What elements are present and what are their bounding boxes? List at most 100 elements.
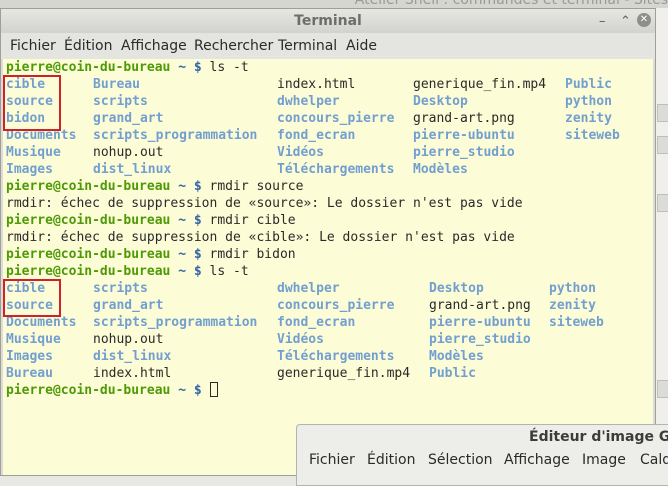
directory-entry: pierre-ubuntu (413, 128, 515, 143)
file-entry: grand-art.png (429, 298, 531, 313)
command-text: ls -t (209, 60, 249, 75)
directory-entry: concours_pierre (277, 298, 395, 313)
directory-entry: dist_linux (93, 162, 172, 177)
prompt-user-host: pierre@coin-du-bureau (6, 213, 171, 228)
directory-entry: Modèles (429, 349, 484, 364)
directory-entry: Vidéos (277, 332, 324, 347)
background-widget (657, 380, 668, 398)
directory-entry: dwhelper (277, 94, 340, 109)
file-entry: index.html (277, 77, 356, 92)
directory-entry: Public (429, 366, 476, 381)
menu-terminal[interactable]: Terminal (278, 38, 337, 54)
command-text: ls -t (209, 264, 249, 279)
gimp-menu-selection[interactable]: Sélection (428, 452, 493, 468)
gimp-menu-affichage[interactable]: Affichage (504, 452, 570, 468)
directory-entry: Vidéos (277, 145, 324, 160)
directory-entry: Musique (6, 332, 61, 347)
menu-affichage[interactable]: Affichage (121, 38, 187, 54)
directory-entry: fond_ecran (277, 128, 356, 143)
prompt-user-host: pierre@coin-du-bureau (6, 179, 171, 194)
window-title: Terminal (294, 13, 362, 29)
directory-entry: Images (6, 162, 53, 177)
prompt-line: pierre@coin-du-bureau ~ $ rmdir cible (6, 212, 296, 229)
highlight-box (3, 279, 61, 317)
menu-aide[interactable]: Aide (346, 38, 377, 54)
menu-edition[interactable]: Édition (64, 38, 112, 54)
prompt-symbol: ~ $ (170, 213, 210, 228)
background-window: Atelier Shell : commandes et terminal - … (0, 0, 668, 8)
directory-entry: pierre-ubuntu (429, 315, 531, 330)
background-widget (657, 136, 668, 154)
prompt-line: pierre@coin-du-bureau ~ $ (6, 382, 218, 399)
directory-entry: Bureau (6, 366, 53, 381)
directory-entry: pierre_studio (429, 332, 531, 347)
menu-rechercher[interactable]: Rechercher (194, 38, 273, 54)
text-cursor (209, 382, 218, 397)
prompt-user-host: pierre@coin-du-bureau (6, 60, 171, 75)
maximize-icon[interactable]: ⌃ (620, 14, 631, 29)
prompt-symbol: ~ $ (170, 383, 210, 398)
prompt-line: pierre@coin-du-bureau ~ $ ls -t (6, 59, 249, 76)
directory-entry: grand_art (93, 298, 164, 313)
error-line: rmdir: échec de suppression de «source»:… (6, 196, 523, 211)
directory-entry: grand_art (93, 111, 164, 126)
directory-entry: Modèles (413, 162, 468, 177)
background-widget (657, 104, 668, 122)
prompt-symbol: ~ $ (170, 179, 210, 194)
directory-entry: Musique (6, 145, 61, 160)
minimize-icon[interactable]: – (599, 14, 606, 29)
directory-entry: python (565, 94, 612, 109)
gimp-menu-fichier[interactable]: Fichier (309, 452, 355, 468)
prompt-symbol: ~ $ (170, 264, 210, 279)
directory-entry: Bureau (93, 77, 140, 92)
terminal-window: Terminal – ⌃ ✕ Fichier Édition Affichage… (0, 8, 656, 476)
directory-entry: scripts (93, 281, 148, 296)
directory-entry: siteweb (549, 315, 604, 330)
gimp-window: Éditeur d'image GIMP Fichier Édition Sél… (296, 424, 668, 486)
directory-entry: zenity (565, 111, 612, 126)
prompt-symbol: ~ $ (170, 60, 210, 75)
directory-entry: dwhelper (277, 281, 340, 296)
file-entry: grand-art.png (413, 111, 515, 126)
file-entry: generique_fin.mp4 (277, 366, 411, 381)
directory-entry: zenity (549, 298, 596, 313)
prompt-line: pierre@coin-du-bureau ~ $ rmdir bidon (6, 246, 296, 263)
gimp-menu-edition[interactable]: Édition (367, 452, 415, 468)
file-entry: generique_fin.mp4 (413, 77, 547, 92)
command-text: rmdir bidon (209, 247, 296, 262)
prompt-user-host: pierre@coin-du-bureau (6, 247, 171, 262)
command-text: rmdir source (209, 179, 304, 194)
command-text: rmdir cible (209, 213, 296, 228)
close-icon[interactable]: ✕ (637, 13, 651, 27)
terminal-titlebar[interactable]: Terminal – ⌃ ✕ (1, 9, 655, 33)
background-widget (657, 194, 668, 212)
directory-entry: Téléchargements (277, 162, 395, 177)
file-entry: nohup.out (93, 332, 164, 347)
directory-entry: Desktop (429, 281, 484, 296)
file-entry: index.html (93, 366, 172, 381)
prompt-line: pierre@coin-du-bureau ~ $ rmdir source (6, 178, 303, 195)
error-line: rmdir: échec de suppression de «cible»: … (6, 230, 515, 245)
directory-entry: Public (565, 77, 612, 92)
directory-entry: siteweb (565, 128, 620, 143)
directory-entry: scripts_programmation (93, 315, 258, 330)
directory-entry: fond_ecran (277, 315, 356, 330)
directory-entry: dist_linux (93, 349, 172, 364)
directory-entry: scripts (93, 94, 148, 109)
directory-entry: Desktop (413, 94, 468, 109)
directory-entry: Images (6, 349, 53, 364)
directory-entry: python (549, 281, 596, 296)
background-window-edge (654, 8, 668, 476)
gimp-title: Éditeur d'image GIMP (529, 429, 668, 445)
menu-fichier[interactable]: Fichier (10, 38, 56, 54)
background-window-title: Atelier Shell : commandes et terminal - … (354, 0, 668, 8)
prompt-user-host: pierre@coin-du-bureau (6, 264, 171, 279)
directory-entry: scripts_programmation (93, 128, 258, 143)
highlight-box (3, 75, 61, 131)
gimp-menu-calques[interactable]: Calques (640, 452, 668, 468)
terminal-output[interactable]: pierre@coin-du-bureau ~ $ ls -t cible Bur… (3, 59, 653, 475)
gimp-menu-image[interactable]: Image (582, 452, 626, 468)
directory-entry: Téléchargements (277, 349, 395, 364)
file-entry: nohup.out (93, 145, 164, 160)
directory-entry: pierre_studio (413, 145, 515, 160)
